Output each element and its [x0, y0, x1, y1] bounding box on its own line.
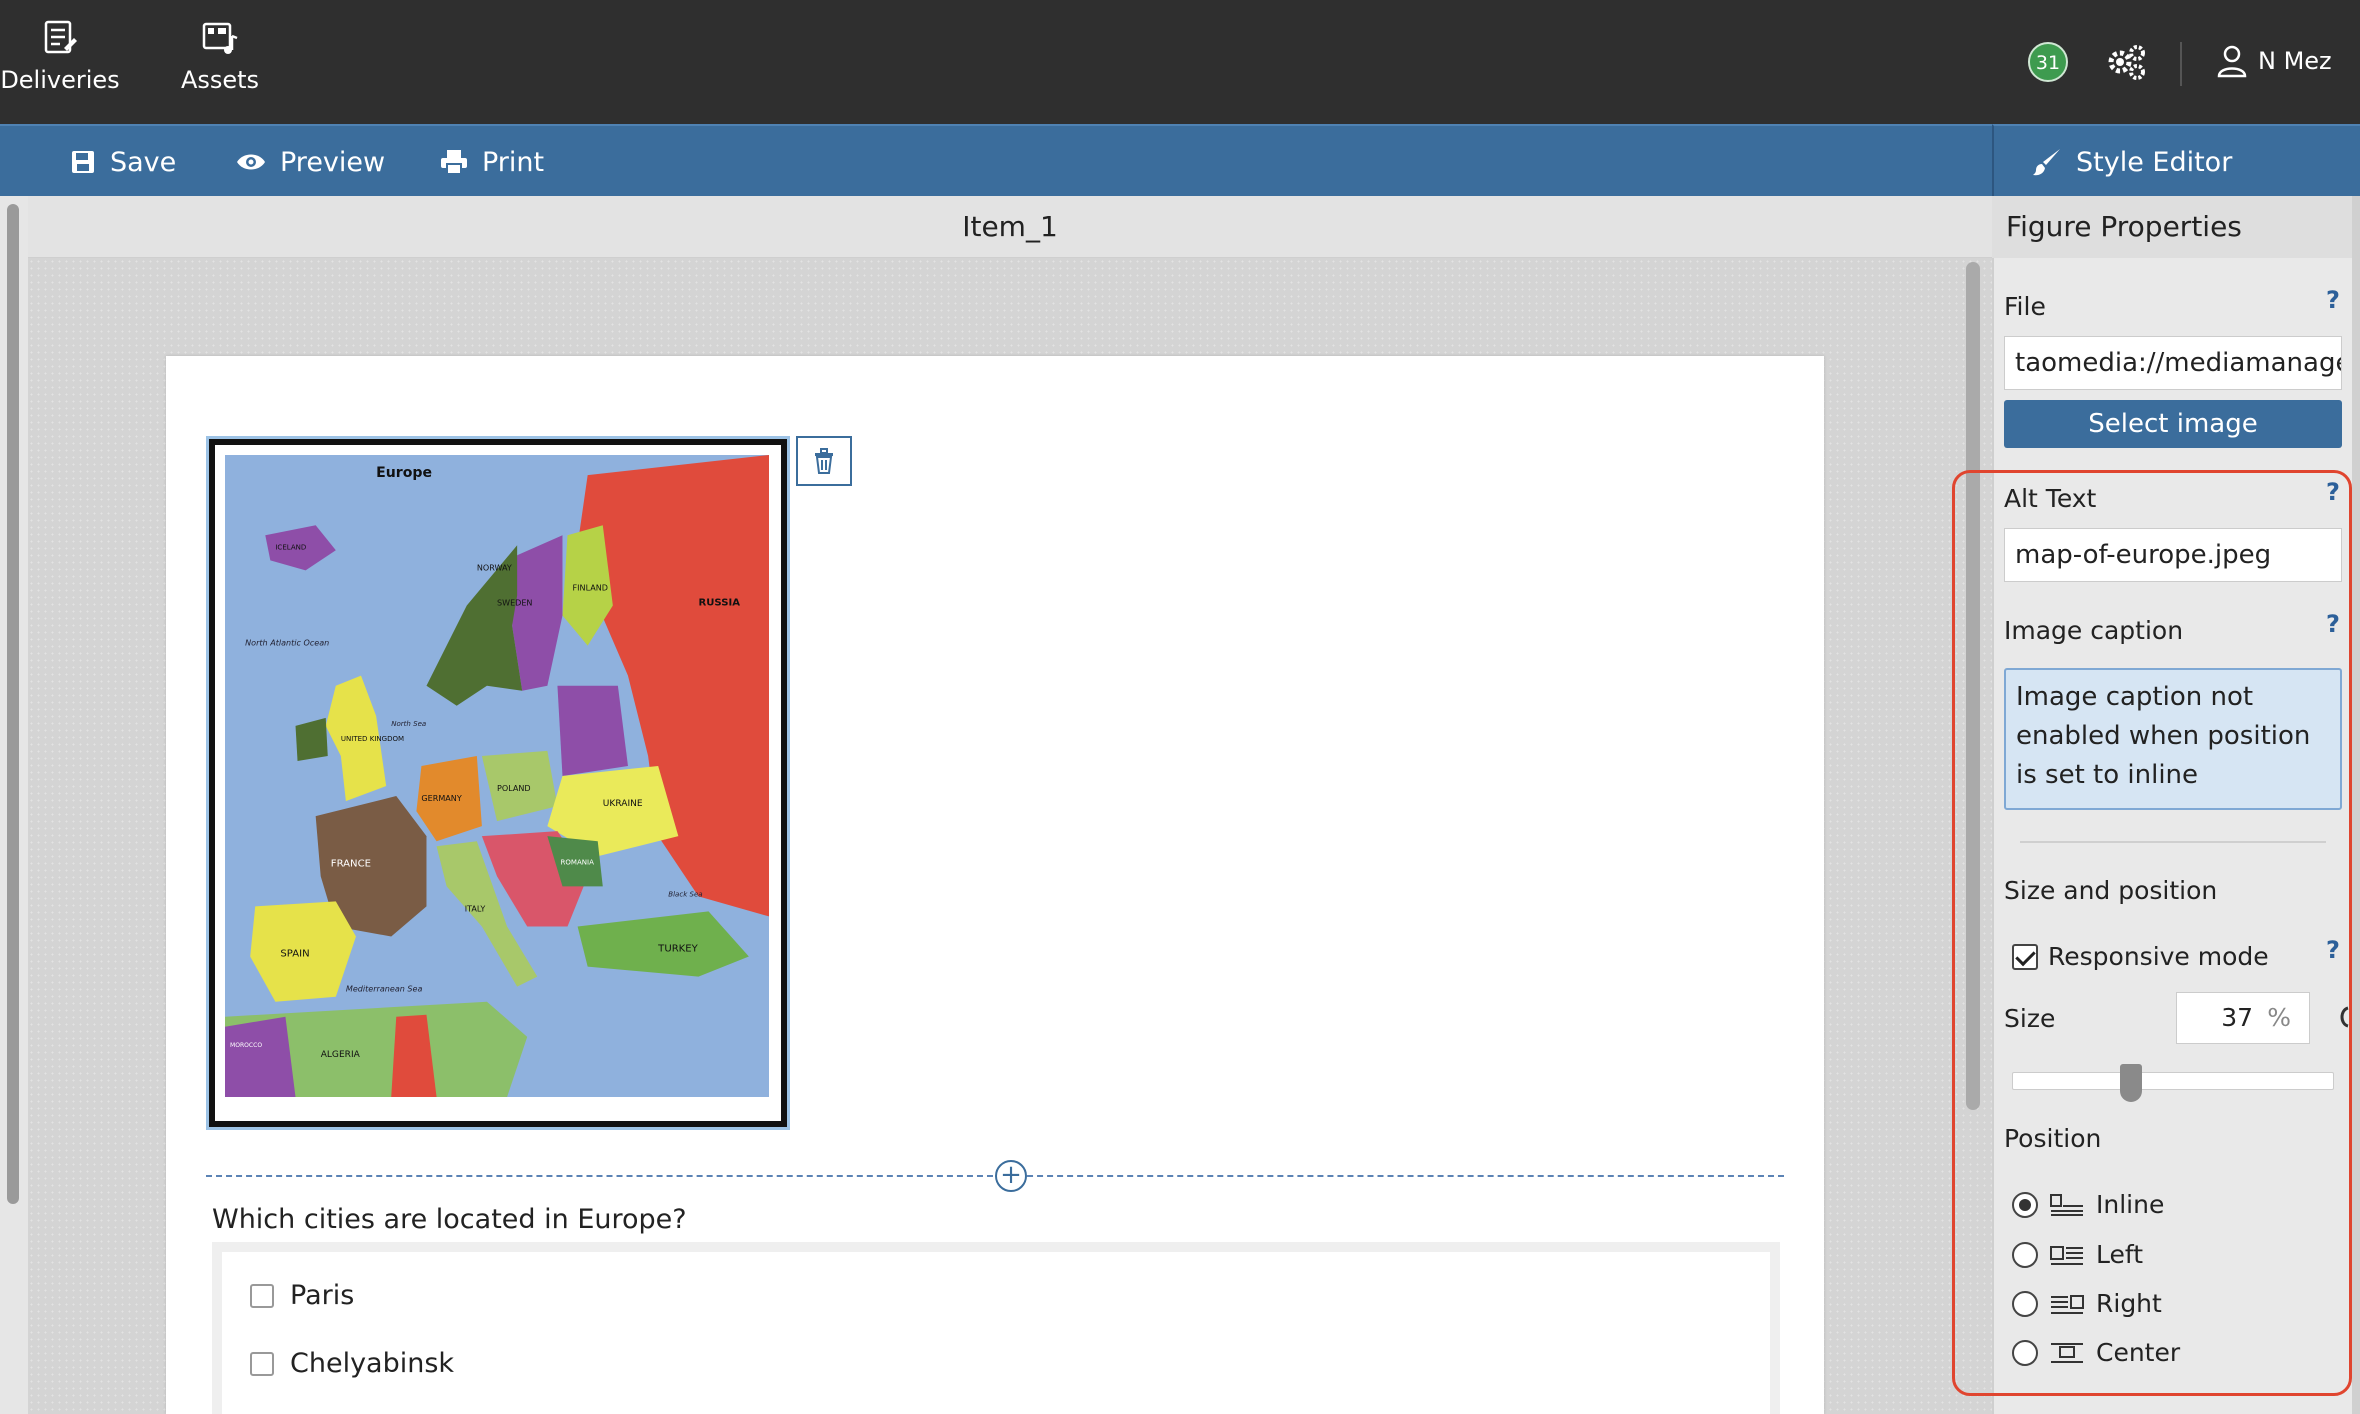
map-label-mediterranean: Mediterranean Sea — [346, 985, 423, 994]
map-label-romania: ROMANIA — [560, 857, 594, 866]
map-label-morocco: MOROCCO — [230, 1042, 262, 1049]
choice-label: Paris — [290, 1280, 355, 1311]
map-label-north-sea: North Sea — [391, 719, 426, 728]
map-label-black-sea: Black Sea — [668, 889, 702, 898]
add-block-button[interactable]: + — [995, 1160, 1027, 1192]
print-label: Print — [482, 146, 545, 178]
map-label-poland: POLAND — [497, 784, 531, 793]
assets-icon — [202, 22, 238, 54]
choice-chelyabinsk[interactable]: Chelyabinsk — [250, 1348, 454, 1379]
notification-badge[interactable]: 31 — [2028, 42, 2068, 82]
panel-scrollbar[interactable] — [2352, 196, 2360, 1414]
preview-button[interactable]: Preview — [236, 126, 385, 198]
choice-paris[interactable]: Paris — [250, 1280, 354, 1311]
map-belarus-region — [557, 685, 628, 776]
highlight-annotation-box — [1952, 470, 2352, 1396]
map-label-algeria: ALGERIA — [321, 1050, 361, 1060]
printer-icon — [441, 150, 467, 175]
map-label-norway: NORWAY — [477, 563, 512, 572]
map-label-iceland: ICELAND — [275, 542, 306, 551]
file-input[interactable]: taomedia://mediamanager/ht — [2004, 336, 2342, 390]
choice-label: Chelyabinsk — [290, 1348, 455, 1379]
editor-toolbar: Save Preview Print — [0, 124, 1992, 196]
europe-map-image: Europe RUSSIA FINLAND NORWAY SWEDEN ICEL… — [225, 455, 769, 1097]
map-label-france: FRANCE — [331, 858, 371, 869]
paintbrush-icon — [2033, 149, 2060, 176]
floppy-disk-icon — [72, 151, 94, 173]
select-image-button[interactable]: Select image — [2004, 400, 2342, 448]
left-scrollbar-thumb[interactable] — [7, 204, 19, 1204]
file-help-icon[interactable]: ? — [2326, 286, 2340, 314]
settings-gears-icon[interactable] — [2104, 42, 2148, 82]
save-button[interactable]: Save — [70, 126, 176, 198]
deliveries-icon — [44, 20, 77, 54]
style-editor-button[interactable]: Style Editor — [2032, 126, 2232, 198]
user-icon — [2217, 45, 2247, 78]
question-prompt: Which cities are located in Europe? — [212, 1204, 687, 1235]
choice-list — [222, 1252, 1770, 1414]
map-morocco-region — [225, 1016, 296, 1097]
nav-assets[interactable]: Assets — [160, 18, 280, 94]
map-label-turkey: TURKEY — [657, 944, 698, 955]
nav-deliveries[interactable]: Deliveries — [0, 18, 120, 94]
map-label-ukraine: UKRAINE — [603, 799, 643, 809]
choice-checkbox[interactable] — [250, 1283, 274, 1308]
user-menu[interactable]: N Mez — [2216, 44, 2332, 78]
nav-deliveries-label: Deliveries — [0, 66, 120, 94]
figure-image[interactable]: Europe RUSSIA FINLAND NORWAY SWEDEN ICEL… — [206, 436, 790, 1130]
preview-label: Preview — [280, 146, 386, 178]
map-label-sweden: SWEDEN — [497, 598, 532, 607]
map-title: Europe — [376, 465, 432, 481]
eye-icon — [237, 154, 265, 170]
save-label: Save — [110, 146, 177, 178]
choice-checkbox[interactable] — [250, 1351, 274, 1376]
style-editor-label: Style Editor — [2076, 146, 2233, 178]
map-label-finland: FINLAND — [573, 583, 608, 592]
style-editor-bar: Style Editor — [1992, 124, 2360, 196]
delete-figure-button[interactable] — [796, 436, 852, 486]
trash-icon — [815, 448, 833, 474]
item-title: Item_1 — [28, 196, 1992, 258]
map-label-united-kingdom: UNITED KINGDOM — [341, 734, 404, 743]
file-label: File — [2004, 292, 2046, 321]
nav-assets-label: Assets — [180, 66, 260, 94]
map-label-north-atlantic: North Atlantic Ocean — [245, 639, 329, 648]
figure-inner: Europe RUSSIA FINLAND NORWAY SWEDEN ICEL… — [215, 445, 781, 1121]
map-label-germany: GERMANY — [421, 794, 461, 803]
map-label-italy: ITALY — [465, 904, 486, 913]
map-label-russia: RUSSIA — [698, 597, 740, 608]
nav-separator — [2180, 42, 2182, 86]
user-name: N Mez — [2258, 47, 2332, 75]
choice-interaction — [212, 1242, 1780, 1414]
print-button[interactable]: Print — [440, 126, 544, 198]
panel-title: Figure Properties — [1992, 196, 2352, 258]
top-nav-bar: Deliveries Assets 31 N Mez — [0, 0, 2360, 124]
map-label-spain: SPAIN — [280, 949, 309, 960]
